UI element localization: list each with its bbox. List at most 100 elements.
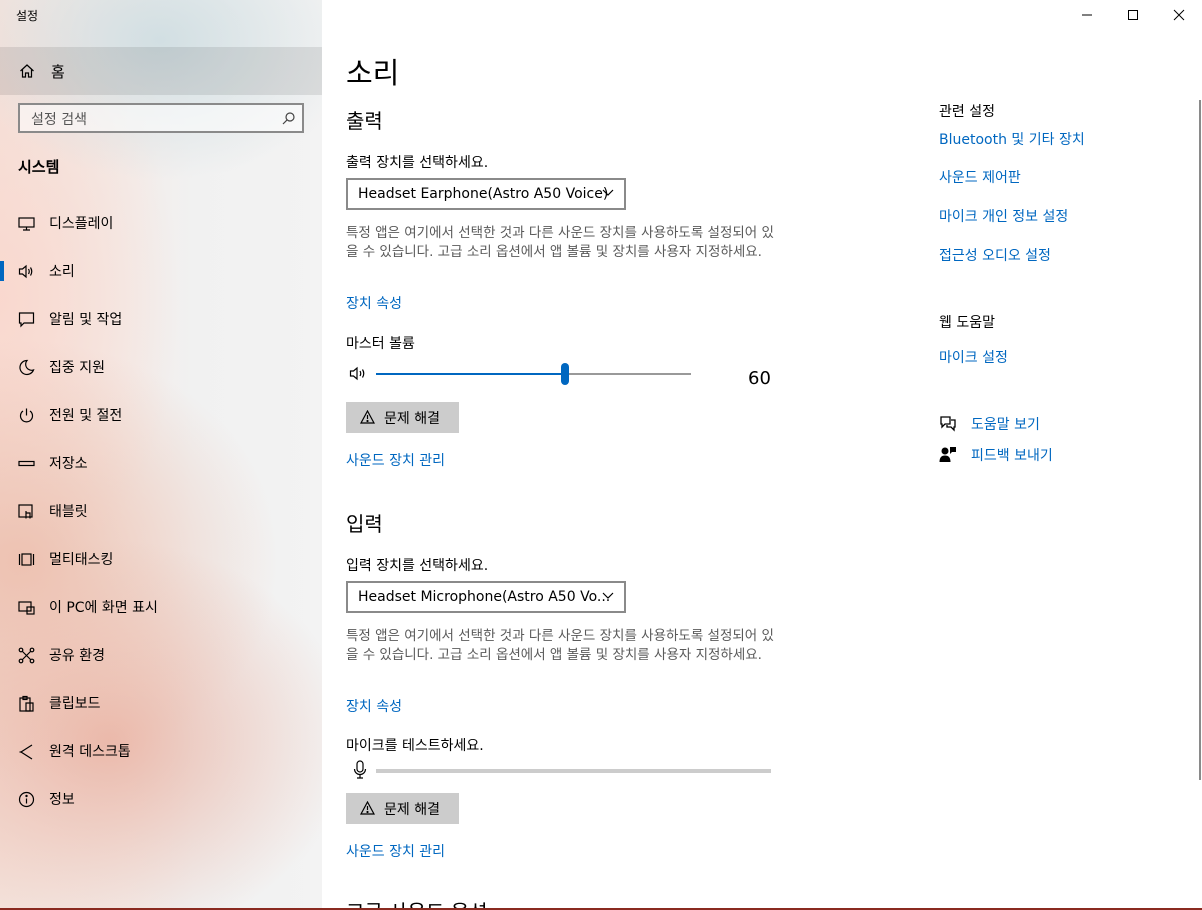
speaker-icon[interactable] (349, 365, 369, 382)
sidebar-home-label: 홈 (51, 63, 65, 81)
window-controls (1064, 0, 1202, 30)
page-title: 소리 (346, 56, 400, 90)
bluetooth-devices-link[interactable]: Bluetooth 및 기타 장치 (939, 129, 1085, 149)
sidebar-item-notifications[interactable]: 알림 및 작업 (0, 295, 322, 343)
remote-desktop-icon (19, 744, 33, 760)
output-heading: 출력 (346, 109, 383, 133)
tablet-icon (18, 504, 33, 519)
output-device-dropdown[interactable]: Headset Earphone(Astro A50 Voice) (346, 178, 626, 210)
mic-privacy-link[interactable]: 마이크 개인 정보 설정 (939, 206, 1068, 226)
mic-level-meter (376, 769, 771, 773)
chevron-down-icon (602, 592, 614, 599)
search-icon[interactable] (282, 112, 295, 125)
sidebar-item-shared-experiences[interactable]: 공유 환경 (0, 631, 322, 679)
close-button[interactable] (1156, 0, 1202, 30)
moon-icon (19, 359, 35, 376)
sidebar-item-about[interactable]: 정보 (0, 775, 322, 823)
sidebar-item-sound[interactable]: 소리 (0, 247, 322, 295)
power-icon (19, 408, 34, 423)
minimize-button[interactable] (1064, 0, 1110, 30)
input-device-properties-link[interactable]: 장치 속성 (346, 696, 402, 716)
sidebar-item-label: 알림 및 작업 (49, 312, 123, 328)
sidebar-item-label: 공유 환경 (49, 648, 105, 664)
slider-thumb[interactable] (561, 363, 569, 385)
output-select-label: 출력 장치를 선택하세요. (346, 155, 489, 171)
output-troubleshoot-button[interactable]: 문제 해결 (346, 402, 459, 433)
warning-icon (360, 410, 375, 424)
get-help-label: 도움말 보기 (971, 417, 1040, 433)
message-icon (18, 312, 35, 328)
output-device-properties-link[interactable]: 장치 속성 (346, 293, 402, 313)
volume-value: 60 (748, 368, 771, 389)
sidebar-item-storage[interactable]: 저장소 (0, 439, 322, 487)
web-help-title: 웹 도움말 (939, 315, 995, 331)
speaker-icon (18, 264, 33, 279)
sidebar-item-multitasking[interactable]: 멀티태스킹 (0, 535, 322, 583)
scrollbar[interactable] (1199, 100, 1201, 780)
sidebar-item-label: 클립보드 (49, 696, 101, 712)
sidebar-item-label: 멀티태스킹 (49, 552, 114, 568)
microphone-icon (353, 760, 367, 779)
sidebar-item-label: 전원 및 절전 (49, 408, 123, 424)
warning-icon (360, 801, 375, 815)
chevron-down-icon (602, 189, 614, 196)
input-select-label: 입력 장치를 선택하세요. (346, 558, 489, 574)
mic-test-label: 마이크를 테스트하세요. (346, 738, 484, 754)
multitasking-icon (18, 553, 35, 566)
sidebar: 설정 홈 시스템 디스플레이 소리 알림 및 작업 (0, 0, 322, 910)
sidebar-item-label: 소리 (49, 264, 75, 280)
sidebar-item-display[interactable]: 디스플레이 (0, 199, 322, 247)
minimize-icon (1082, 14, 1092, 16)
troubleshoot-label: 문제 해결 (384, 411, 440, 427)
sidebar-item-label: 태블릿 (49, 504, 88, 520)
maximize-icon (1128, 10, 1138, 20)
input-manage-devices-link[interactable]: 사운드 장치 관리 (346, 841, 445, 861)
sidebar-item-label: 집중 지원 (49, 360, 105, 376)
input-device-value: Headset Microphone(Astro A50 Vo... (358, 589, 611, 605)
input-device-dropdown[interactable]: Headset Microphone(Astro A50 Vo... (346, 581, 626, 613)
master-volume-label: 마스터 볼륨 (346, 336, 415, 352)
mic-settings-help-link[interactable]: 마이크 설정 (939, 347, 1008, 367)
search-input[interactable] (29, 109, 273, 131)
input-heading: 입력 (346, 512, 383, 536)
project-icon (18, 601, 35, 615)
settings-search-box[interactable] (18, 103, 304, 133)
sidebar-item-label: 저장소 (49, 456, 88, 472)
help-chat-icon (940, 416, 956, 432)
sidebar-item-tablet[interactable]: 태블릿 (0, 487, 322, 535)
sidebar-item-label: 디스플레이 (49, 216, 114, 232)
sidebar-item-label: 정보 (49, 792, 75, 808)
troubleshoot-label: 문제 해결 (384, 802, 440, 818)
send-feedback-label: 피드백 보내기 (971, 448, 1053, 464)
home-icon (20, 64, 34, 78)
window-title: 설정 (16, 9, 39, 23)
accessibility-audio-link[interactable]: 접근성 오디오 설정 (939, 245, 1051, 265)
sound-control-panel-link[interactable]: 사운드 제어판 (939, 167, 1021, 187)
related-settings-title: 관련 설정 (939, 104, 995, 120)
close-icon (1173, 9, 1185, 21)
output-manage-devices-link[interactable]: 사운드 장치 관리 (346, 450, 445, 470)
input-troubleshoot-button[interactable]: 문제 해결 (346, 793, 459, 824)
main-content: 소리 출력 출력 장치를 선택하세요. Headset Earphone(Ast… (322, 0, 1202, 910)
storage-icon (18, 460, 35, 467)
master-volume-slider[interactable] (376, 362, 691, 386)
feedback-icon (939, 447, 956, 462)
output-device-value: Headset Earphone(Astro A50 Voice) (358, 186, 609, 202)
info-icon (18, 791, 35, 808)
monitor-icon (18, 217, 35, 231)
sidebar-item-project[interactable]: 이 PC에 화면 표시 (0, 583, 322, 631)
clipboard-icon (19, 695, 34, 712)
share-icon (18, 647, 35, 664)
sidebar-item-remote-desktop[interactable]: 원격 데스크톱 (0, 727, 322, 775)
sidebar-item-power[interactable]: 전원 및 절전 (0, 391, 322, 439)
sidebar-item-clipboard[interactable]: 클립보드 (0, 679, 322, 727)
sidebar-item-label: 원격 데스크톱 (49, 744, 131, 760)
output-description: 특정 앱은 여기에서 선택한 것과 다른 사운드 장치를 사용하도록 설정되어 … (346, 225, 774, 260)
sidebar-item-label: 이 PC에 화면 표시 (49, 600, 158, 616)
sidebar-item-home[interactable]: 홈 (0, 47, 322, 95)
sidebar-item-focus-assist[interactable]: 집중 지원 (0, 343, 322, 391)
maximize-button[interactable] (1110, 0, 1156, 30)
sidebar-section-title: 시스템 (18, 158, 60, 176)
active-indicator (0, 261, 4, 281)
input-description: 특정 앱은 여기에서 선택한 것과 다른 사운드 장치를 사용하도록 설정되어 … (346, 628, 774, 663)
